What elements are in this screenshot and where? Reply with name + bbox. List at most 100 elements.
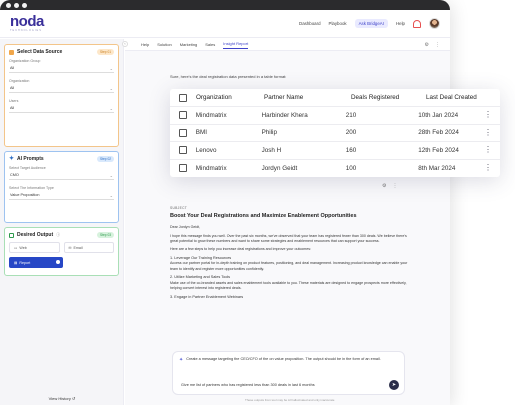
chevron-down-icon: ⌄ — [109, 85, 113, 91]
send-button[interactable]: ➤ — [389, 380, 399, 390]
nav-help[interactable]: Help — [396, 21, 405, 26]
window-maximize-dot[interactable] — [22, 2, 27, 8]
ai-prompts-title: AI Prompts — [17, 156, 44, 162]
tab-insight-report[interactable]: Insight Report — [223, 41, 249, 49]
info-type-label: Select The Information Type — [9, 186, 54, 190]
report-icon: ▤ — [14, 260, 18, 265]
settings-icon[interactable]: ⚙ — [425, 42, 429, 48]
step-heading: 3. Engage in Partner Enablement Webinars — [170, 294, 244, 299]
history-icon: ↺ — [71, 396, 76, 401]
data-table: Organization Partner Name Deals Register… — [170, 89, 500, 177]
column-header: Organization — [196, 94, 232, 101]
column-header: Deals Registered — [351, 94, 400, 101]
output-web[interactable]: ▭ Web — [9, 242, 60, 253]
subject-label: SUBJECT — [170, 206, 188, 210]
organization-select[interactable]: All ⌄ — [9, 84, 114, 93]
response-intro: Sure, here's the deal registration data … — [170, 74, 287, 79]
top-nav: Dashboard Playbook Ask BridgeAI Help — [299, 18, 440, 29]
disclaimer: These outputs from tool may be AI halluc… — [245, 398, 335, 402]
table-header: Organization Partner Name Deals Register… — [170, 89, 500, 107]
tab-solution[interactable]: Solution — [157, 42, 171, 47]
window-chrome — [0, 0, 450, 10]
window-minimize-dot[interactable] — [14, 2, 19, 8]
notification-bell-icon[interactable] — [413, 19, 421, 28]
tab-bar: Help Solution Marketing Sales Insight Re… — [125, 39, 450, 51]
desired-output-title: Desired Output — [17, 232, 54, 238]
row-checkbox[interactable] — [179, 146, 187, 155]
chevron-down-icon: ⌄ — [109, 172, 113, 178]
tab-sales[interactable]: Sales — [205, 42, 215, 47]
row-checkbox[interactable] — [179, 111, 187, 120]
step-badge: Step 02 — [97, 156, 114, 162]
organization-label: Organization — [9, 79, 30, 83]
table-row[interactable]: Lenovo Josh H 160 12th Feb 2024 ⋮ — [170, 142, 500, 160]
users-select[interactable]: All ⌄ — [9, 104, 114, 113]
row-menu-icon[interactable]: ⋮ — [484, 146, 500, 154]
audience-label: Select Target Audience — [9, 166, 46, 170]
tab-marketing[interactable]: Marketing — [180, 42, 198, 47]
table-row[interactable]: Mindmatrix Harbinder Khera 210 10th Jan 202… — [170, 107, 500, 125]
row-menu-icon[interactable]: ⋮ — [484, 128, 500, 137]
audience-select[interactable]: CMO ⌄ — [9, 171, 114, 180]
web-icon: ▭ — [14, 245, 18, 250]
row-menu-icon[interactable]: ⋮ — [484, 164, 500, 172]
output-report[interactable]: ▤ Report — [9, 257, 63, 268]
nav-dashboard[interactable]: Dashboard — [299, 21, 320, 26]
row-checkbox[interactable] — [179, 128, 187, 137]
data-source-title: Select Data Source — [17, 49, 63, 55]
email-response: SUBJECT Boost Your Deal Registrations an… — [170, 206, 415, 300]
info-icon[interactable]: ⓘ — [56, 232, 60, 238]
chevron-down-icon: ⌄ — [109, 192, 113, 198]
step-badge: Step 03 — [97, 232, 114, 238]
window-close-dot[interactable] — [6, 2, 11, 8]
data-source-card: Select Data Source Step 01 Organization … — [4, 44, 119, 147]
logo-text: noda — [10, 13, 44, 31]
sparkle-icon: ✦ — [179, 357, 184, 363]
view-history-button[interactable]: View History ↺ — [0, 396, 124, 401]
row-menu-icon[interactable]: ⋮ — [484, 111, 500, 119]
step-badge: Step 01 — [97, 49, 114, 55]
email-body: I hope this message finds you well. Over… — [170, 233, 407, 243]
prompt-suggestion: Create a message targeting the CEO/CFO o… — [186, 357, 381, 361]
select-all-checkbox[interactable] — [179, 93, 187, 102]
column-header: Partner Name — [264, 94, 304, 101]
app-window: noda TECHNOLOGIES Dashboard Playbook Ask… — [0, 0, 450, 405]
table-row[interactable]: Mindmatrix Jordyn Geidt 100 8th Mar 2024 ⋮ — [170, 160, 500, 178]
database-icon — [9, 49, 14, 55]
send-icon: ➤ — [391, 382, 397, 388]
chevron-down-icon: ⌄ — [109, 65, 113, 71]
chevron-down-icon: ⌄ — [109, 105, 113, 111]
avatar[interactable] — [429, 18, 440, 29]
prompt-box[interactable]: ✦ Create a message targeting the CEO/CFO … — [172, 351, 405, 395]
desired-output-card: Desired Output ⓘ Step 03 ▭ Web ✉ Email ▤ Re… — [4, 227, 119, 276]
output-email[interactable]: ✉ Email — [63, 242, 114, 253]
users-label: Users — [9, 99, 19, 103]
tab-help[interactable]: Help — [141, 42, 149, 47]
column-header: Last Deal Created — [426, 94, 477, 101]
selected-check-icon — [55, 260, 60, 264]
email-body: Here are a few steps to help you increas… — [170, 247, 312, 252]
nav-ask-bridgeai[interactable]: Ask BridgeAI — [354, 19, 388, 28]
logo-subtext: TECHNOLOGIES — [10, 29, 42, 33]
row-checkbox[interactable] — [179, 164, 187, 173]
sidebar: Select Data Source Step 01 Organization … — [0, 39, 124, 405]
email-title: Boost Your Deal Registrations and Maximi… — [170, 212, 357, 219]
step-body: Access our partner portal for in-depth t… — [170, 261, 408, 271]
email-icon: ✉ — [68, 245, 72, 250]
collapse-sidebar-icon[interactable]: ‹ — [122, 41, 128, 47]
top-bar: noda TECHNOLOGIES Dashboard Playbook Ask… — [0, 10, 450, 38]
prompt-input[interactable]: Give me list of partners who has registe… — [181, 383, 315, 387]
org-group-select[interactable]: All ⌄ — [9, 64, 114, 73]
logo[interactable]: noda TECHNOLOGIES — [10, 14, 44, 33]
info-type-select[interactable]: Value Proposition ⌄ — [9, 191, 114, 200]
email-greeting: Dear Jordyn Geidt, — [170, 225, 201, 230]
output-icon — [9, 232, 14, 238]
more-vertical-icon[interactable]: ⋮ — [392, 183, 397, 189]
more-vertical-icon[interactable]: ⋮ — [435, 42, 440, 48]
step-body: Make use of the co-branded assets and sa… — [170, 280, 407, 291]
table-row[interactable]: BMI Philip 200 28th Feb 2024 ⋮ — [170, 125, 500, 142]
ai-prompts-card: ✦ AI Prompts Step 02 Select Target Audie… — [4, 151, 119, 223]
settings-icon[interactable]: ⚙ — [382, 183, 386, 189]
nav-playbook[interactable]: Playbook — [329, 21, 347, 26]
sparkle-icon: ✦ — [9, 155, 15, 162]
